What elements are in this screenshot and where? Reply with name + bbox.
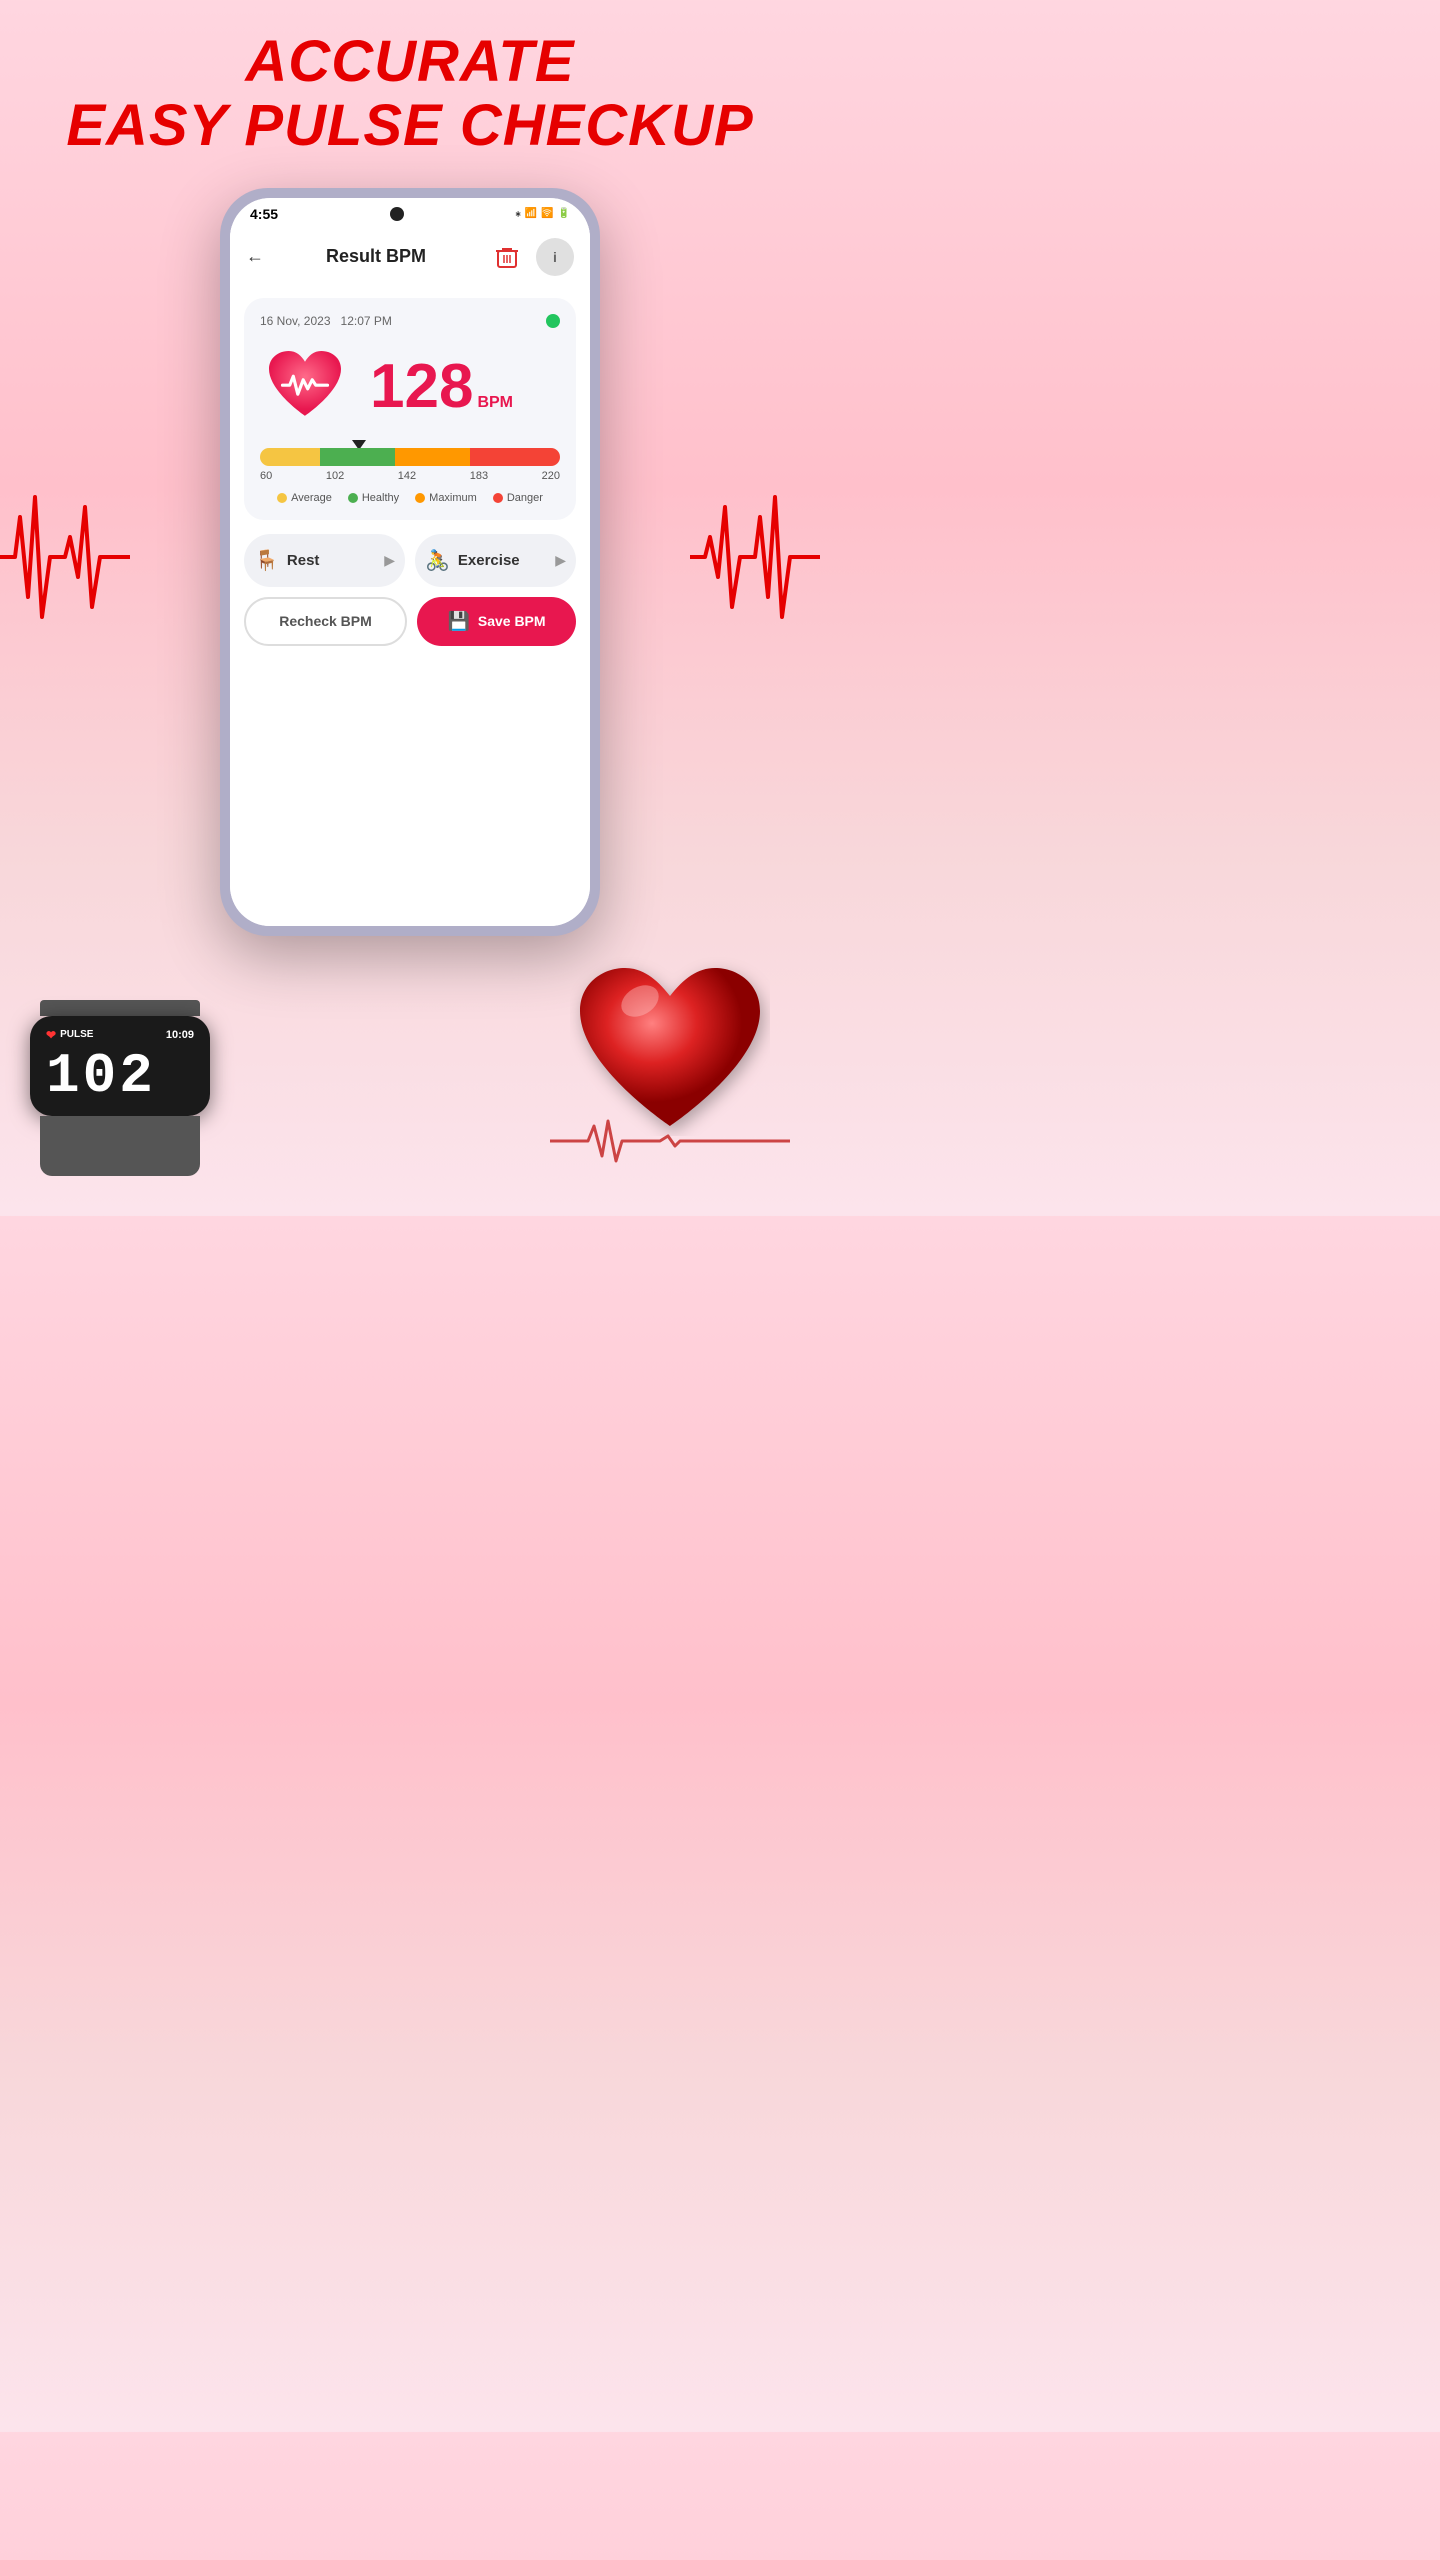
rest-button-left: 🪑 Rest <box>254 548 319 573</box>
watch-pulse-text: PULSE <box>60 1029 93 1040</box>
status-indicator-dot <box>546 314 560 328</box>
bottom-buttons-row: Recheck BPM 💾 Save BPM <box>244 597 576 646</box>
trash-icon <box>495 245 519 269</box>
watch-time-display: 10:09 <box>166 1029 194 1041</box>
legend-label-maximum: Maximum <box>429 492 477 504</box>
save-button[interactable]: 💾 Save BPM <box>417 597 576 646</box>
legend-dot-orange <box>415 493 425 503</box>
card-header: 16 Nov, 2023 12:07 PM <box>260 314 560 328</box>
ecg-line-under-heart <box>550 1116 790 1166</box>
legend-danger: Danger <box>493 492 543 504</box>
gauge-bar <box>260 448 560 466</box>
legend-maximum: Maximum <box>415 492 477 504</box>
gauge-section: 60 102 142 183 220 <box>260 448 560 482</box>
rest-icon: 🪑 <box>254 548 279 573</box>
signal-icon: 📶 <box>525 208 537 219</box>
legend-dot-green <box>348 493 358 503</box>
bpm-unit: BPM <box>477 394 513 412</box>
battery-icon: 🔋 <box>558 208 570 219</box>
watch-top-bar: ❤ PULSE 10:09 <box>46 1028 194 1042</box>
time-value: 12:07 PM <box>341 314 392 328</box>
wifi-icon: 🛜 <box>541 208 553 219</box>
gauge-label-142: 142 <box>398 470 416 482</box>
heart-ecg-decoration <box>550 956 790 1166</box>
legend-label-average: Average <box>291 492 332 504</box>
watch-bpm-display: 102 <box>46 1048 194 1104</box>
bluetooth-icon: ⁎ <box>516 208 521 219</box>
bpm-number: 128 <box>370 356 473 418</box>
watch-pulse-label: ❤ PULSE <box>46 1028 93 1042</box>
exercise-label: Exercise <box>458 552 520 569</box>
app-content: ← Result BPM <box>230 226 590 926</box>
save-icon: 💾 <box>447 611 469 632</box>
exercise-icon: 🚴 <box>425 548 450 573</box>
legend-dot-red <box>493 493 503 503</box>
rest-button[interactable]: 🪑 Rest ▶ <box>244 534 405 587</box>
result-card: 16 Nov, 2023 12:07 PM <box>244 298 576 520</box>
info-button[interactable]: i <box>536 238 574 276</box>
watch-body: ❤ PULSE 10:09 102 <box>30 1016 210 1116</box>
top-nav: ← Result BPM <box>230 226 590 288</box>
legend-label-danger: Danger <box>507 492 543 504</box>
measurement-date: 16 Nov, 2023 12:07 PM <box>260 314 392 328</box>
ecg-wave-left <box>0 457 130 657</box>
rest-chevron-icon: ▶ <box>384 552 395 569</box>
back-arrow-icon: ← <box>246 246 264 267</box>
camera-notch <box>390 207 404 221</box>
back-button[interactable]: ← <box>246 246 264 267</box>
category-buttons-row: 🪑 Rest ▶ 🚴 Exercise ▶ <box>244 534 576 587</box>
info-icon: i <box>553 249 557 265</box>
header-line1: ACCURATE <box>245 29 574 94</box>
gauge-label-183: 183 <box>470 470 488 482</box>
legend-label-healthy: Healthy <box>362 492 399 504</box>
watch-heart-icon: ❤ <box>46 1028 56 1042</box>
exercise-chevron-icon: ▶ <box>555 552 566 569</box>
gauge-label-220: 220 <box>542 470 560 482</box>
date-value: 16 Nov, 2023 <box>260 314 331 328</box>
legend-average: Average <box>277 492 332 504</box>
bpm-display-row: 128 BPM <box>260 342 560 432</box>
exercise-button-left: 🚴 Exercise <box>425 548 520 573</box>
legend-healthy: Healthy <box>348 492 399 504</box>
recheck-label: Recheck BPM <box>279 613 372 629</box>
gauge-labels: 60 102 142 183 220 <box>260 470 560 482</box>
app-title: ACCURATE EASY PULSE CHECKUP <box>66 30 753 158</box>
gauge-label-60: 60 <box>260 470 272 482</box>
delete-button[interactable] <box>488 238 526 276</box>
bpm-value-container: 128 BPM <box>370 356 513 418</box>
exercise-button[interactable]: 🚴 Exercise ▶ <box>415 534 576 587</box>
nav-actions: i <box>488 238 574 276</box>
big-heart-icon <box>570 956 770 1136</box>
rest-label: Rest <box>287 552 320 569</box>
recheck-button[interactable]: Recheck BPM <box>244 597 407 646</box>
bpm-legend: Average Healthy Maximum <box>260 492 560 504</box>
save-label: Save BPM <box>478 613 546 629</box>
ecg-wave-right <box>690 457 820 657</box>
gauge-bar-container <box>260 448 560 466</box>
gauge-label-102: 102 <box>326 470 344 482</box>
status-time: 4:55 <box>250 206 278 222</box>
phone-mockup: 4:55 ⁎ 📶 🛜 🔋 ← <box>220 188 600 936</box>
heart-monitor-icon <box>260 342 350 432</box>
status-icons: ⁎ 📶 🛜 🔋 <box>516 208 570 219</box>
status-bar: 4:55 ⁎ 📶 🛜 🔋 <box>230 198 590 226</box>
nav-title: Result BPM <box>326 246 426 267</box>
header-line2: EASY PULSE CHECKUP <box>66 93 753 158</box>
smartwatch-widget: ❤ PULSE 10:09 102 <box>30 1000 210 1176</box>
legend-dot-yellow <box>277 493 287 503</box>
